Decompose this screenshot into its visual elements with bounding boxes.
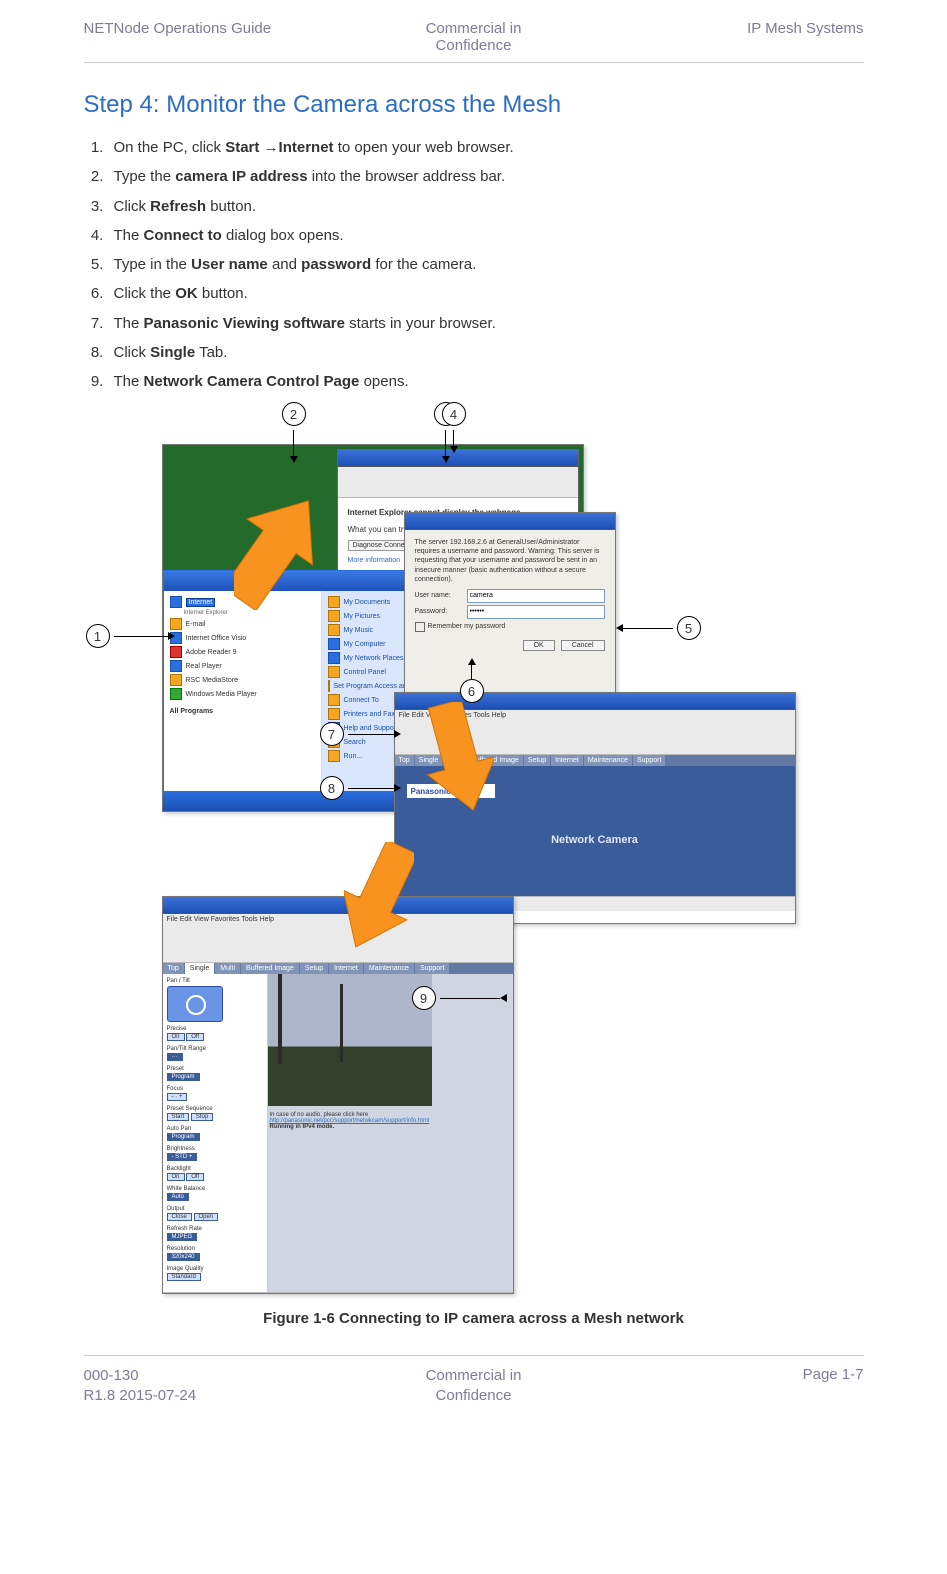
- step-5: Type in the User name and password for t…: [108, 250, 864, 279]
- pantilt-control[interactable]: [167, 986, 223, 1022]
- browser3-toolbar: File Edit View Favorites Tools Help: [163, 914, 513, 963]
- header-left: NETNode Operations Guide: [84, 20, 344, 54]
- connect-dialog: The server 192.168.2.6 at GeneralUser/Ad…: [404, 512, 616, 694]
- folder-icon: [328, 596, 340, 608]
- callout-2: 2: [282, 402, 306, 463]
- figure-stage: Internet Explorer cannot display the web…: [144, 402, 804, 1302]
- ie-icon: [170, 596, 182, 608]
- off-button[interactable]: Off: [186, 1033, 204, 1041]
- folder-icon: [328, 610, 340, 622]
- ctab-buffered[interactable]: Buffered Image: [241, 963, 299, 974]
- ctab-internet[interactable]: Internet: [329, 963, 363, 974]
- run-icon: [328, 750, 340, 762]
- browser3-titlebar: [163, 897, 513, 914]
- username-input[interactable]: [467, 589, 605, 603]
- footer-center: Commercial in Confidence: [344, 1366, 604, 1405]
- wmp-icon: [170, 688, 182, 700]
- camera-sidebar: Pan / Tilt PreciseOn Off Pan/Tilt Range·…: [163, 974, 268, 1292]
- step-1: On the PC, click Start →Internet to open…: [108, 133, 864, 162]
- start-menu-left: Internet Internet Explorer E-mail Intern…: [164, 591, 322, 791]
- figure-caption: Figure 1-6 Connecting to IP camera acros…: [144, 1310, 804, 1327]
- ctab-top[interactable]: Top: [163, 963, 184, 974]
- screenshot-camera-control: File Edit View Favorites Tools Help Top …: [162, 896, 514, 1294]
- step-title: Step 4: Monitor the Camera across the Me…: [84, 91, 864, 119]
- network-icon: [328, 652, 340, 664]
- app-icon: [170, 674, 182, 686]
- computer-icon: [328, 638, 340, 650]
- footer-left: 000-130 R1.8 2015-07-24: [84, 1366, 344, 1405]
- callout-6: 6: [460, 658, 484, 707]
- control-panel-icon: [328, 666, 340, 678]
- browser3-status: [163, 1292, 513, 1294]
- camera-captions: In case of no audio, please click here h…: [270, 1112, 430, 1130]
- footer-right: Page 1-7: [604, 1366, 864, 1405]
- all-programs[interactable]: All Programs: [170, 707, 315, 716]
- callout-1: 1: [86, 624, 175, 648]
- step-2: Type the camera IP address into the brow…: [108, 162, 864, 191]
- step-6: Click the OK button.: [108, 279, 864, 308]
- step-7: The Panasonic Viewing software starts in…: [108, 309, 864, 338]
- username-row: User name:: [405, 588, 615, 604]
- callout-4: 4: [442, 402, 466, 453]
- orange-arrow-3: [344, 842, 414, 952]
- remember-checkbox[interactable]: Remember my password: [405, 620, 615, 634]
- ctab-support[interactable]: Support: [415, 963, 450, 974]
- camera-image: [268, 974, 432, 1106]
- connect-icon: [328, 694, 340, 706]
- callout-8: 8: [320, 776, 401, 800]
- page-footer: 000-130 R1.8 2015-07-24 Commercial in Co…: [84, 1355, 864, 1405]
- steps-list: On the PC, click Start →Internet to open…: [84, 133, 864, 396]
- camera-view: In case of no audio, please click here h…: [268, 974, 513, 1292]
- step-4: The Connect to dialog box opens.: [108, 221, 864, 250]
- ctab-setup[interactable]: Setup: [300, 963, 328, 974]
- header-center: Commercial in Confidence: [344, 20, 604, 54]
- page-header: NETNode Operations Guide Commercial in C…: [84, 20, 864, 63]
- header-right: IP Mesh Systems: [604, 20, 864, 54]
- ctab-single[interactable]: Single: [185, 963, 214, 974]
- printer-icon: [328, 708, 340, 720]
- tab-maint[interactable]: Maintenance: [584, 755, 632, 766]
- tab-support[interactable]: Support: [633, 755, 666, 766]
- folder-icon: [328, 624, 340, 636]
- password-input[interactable]: [467, 605, 605, 619]
- password-row: Password:: [405, 604, 615, 620]
- dialog-titlebar: [405, 513, 615, 530]
- tab-internet[interactable]: Internet: [551, 755, 583, 766]
- network-camera-heading: Network Camera: [395, 834, 795, 846]
- orange-arrow-1: [234, 490, 314, 610]
- camera-tabs: Top Single Multi Buffered Image Setup In…: [163, 963, 513, 974]
- figure: Internet Explorer cannot display the web…: [144, 402, 804, 1327]
- real-icon: [170, 660, 182, 672]
- tab-setup[interactable]: Setup: [524, 755, 550, 766]
- ctab-maint[interactable]: Maintenance: [364, 963, 414, 974]
- defaults-icon: [328, 680, 330, 692]
- dialog-message: The server 192.168.2.6 at GeneralUser/Ad…: [405, 530, 615, 587]
- ok-button[interactable]: OK: [523, 640, 555, 651]
- cancel-button[interactable]: Cancel: [561, 640, 605, 651]
- step-9: The Network Camera Control Page opens.: [108, 367, 864, 396]
- step-8: Click Single Tab.: [108, 338, 864, 367]
- orange-arrow-2: [424, 702, 494, 812]
- checkbox-icon: [415, 622, 425, 632]
- tab-top[interactable]: Top: [395, 755, 414, 766]
- ctab-multi[interactable]: Multi: [215, 963, 240, 974]
- callout-9: 9: [412, 986, 507, 1010]
- callout-5: 5: [616, 616, 701, 640]
- on-button[interactable]: On: [167, 1033, 185, 1041]
- step-3: Click Refresh button.: [108, 192, 864, 221]
- ie-toolbar: [338, 467, 578, 498]
- callout-7: 7: [320, 722, 401, 746]
